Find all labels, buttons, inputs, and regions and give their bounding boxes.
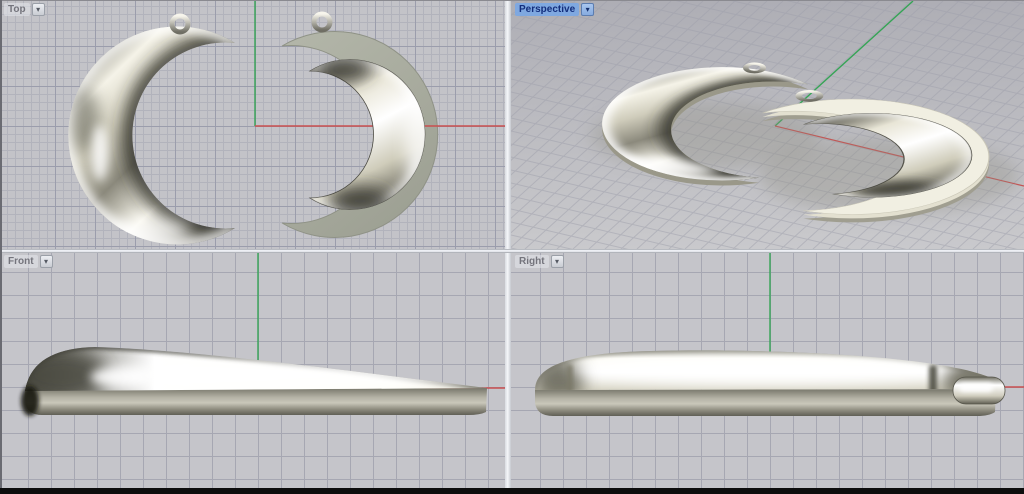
bail-ring-right[interactable] bbox=[314, 14, 330, 30]
pendant-side-profile-front[interactable] bbox=[17, 347, 487, 416]
metal-crescent-top-view[interactable] bbox=[68, 26, 235, 244]
top-scene bbox=[0, 1, 505, 249]
left-end-shadow bbox=[21, 386, 39, 416]
window-bottom-bar bbox=[0, 488, 1024, 494]
bail-ring-left[interactable] bbox=[172, 16, 188, 32]
viewport-right-label-row: Right ▾ bbox=[515, 255, 564, 268]
viewport-front-label-row: Front ▾ bbox=[4, 255, 53, 268]
right-scene bbox=[511, 253, 1024, 488]
bail-ring-edge-on bbox=[953, 377, 1005, 404]
viewport-top[interactable]: Top ▾ bbox=[0, 1, 505, 249]
viewport-splitter-horizontal[interactable] bbox=[0, 249, 1024, 253]
bail-ring bbox=[744, 63, 765, 73]
viewport-top-label-row: Top ▾ bbox=[4, 3, 45, 16]
viewport-top-label[interactable]: Top bbox=[4, 3, 30, 16]
perspective-scene bbox=[511, 1, 1024, 249]
window-left-edge bbox=[0, 0, 2, 488]
chevron-down-icon[interactable]: ▾ bbox=[32, 3, 45, 16]
viewport-perspective[interactable]: Perspective ▾ bbox=[511, 1, 1024, 249]
chevron-down-icon[interactable]: ▾ bbox=[581, 3, 594, 16]
chevron-down-icon[interactable]: ▾ bbox=[40, 255, 53, 268]
front-scene bbox=[0, 253, 505, 488]
cad-four-viewport-workspace: Top ▾ bbox=[0, 0, 1024, 494]
pendant-side-profile-right[interactable] bbox=[533, 350, 1005, 416]
viewport-front-label[interactable]: Front bbox=[4, 255, 38, 268]
viewport-perspective-label-row: Perspective ▾ bbox=[515, 3, 594, 16]
chevron-down-icon[interactable]: ▾ bbox=[551, 255, 564, 268]
viewport-front[interactable]: Front ▾ bbox=[0, 253, 505, 488]
bail-ring bbox=[797, 91, 822, 101]
viewport-right[interactable]: Right ▾ bbox=[511, 253, 1024, 488]
base-slab bbox=[25, 388, 487, 415]
base-slab bbox=[535, 389, 996, 416]
viewport-perspective-label[interactable]: Perspective bbox=[515, 3, 579, 16]
viewport-right-label[interactable]: Right bbox=[515, 255, 549, 268]
viewport-splitter-vertical[interactable] bbox=[505, 1, 511, 488]
